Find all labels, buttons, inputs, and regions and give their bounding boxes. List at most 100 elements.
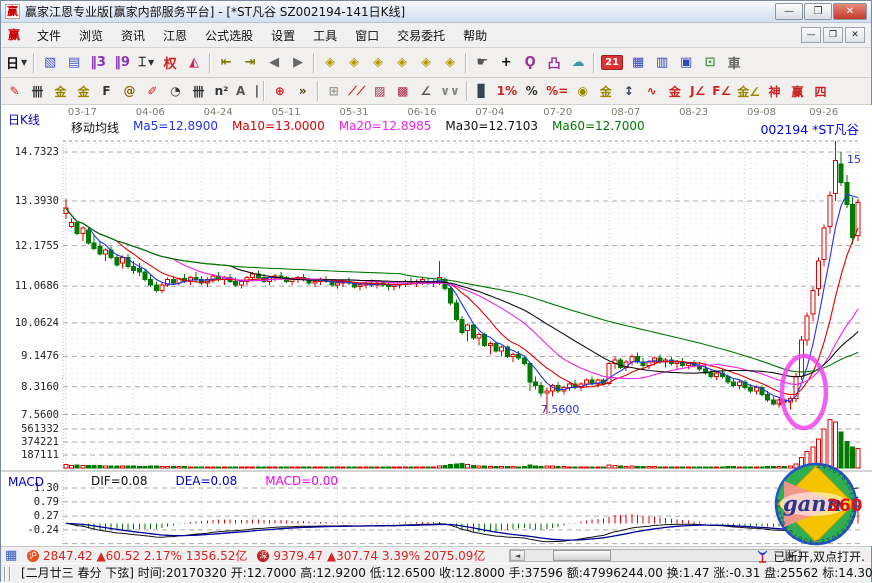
chart-plot[interactable]: 34567890123456789012345678901234 gann 36… xyxy=(1,105,872,546)
adjust-price-icon[interactable]: 权 xyxy=(158,51,182,75)
volume-axis-label-0: 561332 xyxy=(3,423,59,435)
ruler-hash-icon[interactable]: 卌 xyxy=(187,81,210,102)
minimize-button[interactable]: — xyxy=(775,3,803,20)
toolbar-separator xyxy=(313,53,315,73)
x-axis-date-1: 04-06 xyxy=(136,107,165,118)
period-day-button[interactable]: 日▼ xyxy=(3,51,30,75)
percent-levels-icon[interactable]: %= xyxy=(543,81,571,102)
info-list-icon[interactable]: ▤ xyxy=(62,51,86,75)
notepad-icon[interactable]: ▥ xyxy=(650,51,674,75)
close-button[interactable]: ✕ xyxy=(833,3,867,20)
gripper xyxy=(4,567,6,581)
color-chart-icon[interactable]: ◭ xyxy=(182,51,206,75)
calendar-21-icon[interactable]: 21 xyxy=(598,51,626,75)
diamond-vexpand-icon[interactable]: ◈ xyxy=(438,51,462,75)
prev-page-icon[interactable]: ◀ xyxy=(262,51,286,75)
mdi-restore-button[interactable]: ❐ xyxy=(823,27,843,43)
frame-grid-icon[interactable]: ⊞ xyxy=(322,81,345,102)
gold-box-icon[interactable]: 金 xyxy=(663,81,686,102)
x-axis-date-4: 05-31 xyxy=(339,107,368,118)
menu-item-1[interactable]: 浏览 xyxy=(70,24,112,47)
menu-item-3[interactable]: 江恩 xyxy=(154,24,196,47)
toolbar-separator xyxy=(33,53,35,73)
menu-item-9[interactable]: 帮助 xyxy=(454,24,496,47)
multi-chart-9-icon[interactable]: ‖9 xyxy=(110,51,134,75)
diamond-right-icon[interactable]: ◈ xyxy=(342,51,366,75)
scroll-left-arrow[interactable]: ◄ xyxy=(510,550,525,561)
toolbar-separator xyxy=(466,81,468,101)
j-angle-icon[interactable]: J∠ xyxy=(686,81,709,102)
diamond-hswap-icon[interactable]: ◈ xyxy=(366,51,390,75)
menu-item-8[interactable]: 交易委托 xyxy=(388,24,454,47)
calculator-icon[interactable]: ▦ xyxy=(626,51,650,75)
double-wave-icon[interactable]: ∿ xyxy=(640,81,663,102)
connection-status[interactable]: 已断开,双点打开. xyxy=(756,548,865,565)
first-page-icon[interactable]: ⇤ xyxy=(214,51,238,75)
diamond-compress-icon[interactable]: ◈ xyxy=(390,51,414,75)
shen-angle-icon[interactable]: 神 xyxy=(763,81,786,102)
macd-value-1: DEA=0.08 xyxy=(175,474,237,488)
scroll-thumb[interactable] xyxy=(553,550,611,561)
gold-angle-icon[interactable]: 金∠ xyxy=(734,81,763,102)
candle-type-button[interactable]: ⌶▼ xyxy=(134,51,158,75)
more-tools-icon[interactable]: » xyxy=(291,81,314,102)
shade-box-icon[interactable]: ▩ xyxy=(391,81,414,102)
fan-box-icon[interactable]: ▨ xyxy=(368,81,391,102)
menu-item-5[interactable]: 设置 xyxy=(262,24,304,47)
last-page-icon[interactable]: ⇥ xyxy=(238,51,262,75)
spiral-icon[interactable]: @ xyxy=(118,81,141,102)
trade-truck-icon[interactable]: 車 xyxy=(722,51,746,75)
menu-item-0[interactable]: 文件 xyxy=(28,24,70,47)
snapshot-icon[interactable]: ⊡ xyxy=(698,51,722,75)
pen-ruler-icon[interactable]: ✐ xyxy=(141,81,164,102)
price-axis-label-0: 14.7323 xyxy=(3,146,59,158)
n-square-icon[interactable]: n² xyxy=(210,81,233,102)
macd-axis-label-3: -0.24 xyxy=(3,524,59,536)
overlay-chart-icon[interactable]: ▧ xyxy=(38,51,62,75)
diamond-left-icon[interactable]: ◈ xyxy=(318,51,342,75)
f-fence-icon[interactable]: F xyxy=(95,81,118,102)
scroll-track[interactable] xyxy=(525,550,785,561)
price-mark-icon[interactable]: ↕ xyxy=(617,81,640,102)
gold-levels-icon[interactable]: 金 xyxy=(594,81,617,102)
menu-item-2[interactable]: 资讯 xyxy=(112,24,154,47)
gann-grid-icon[interactable]: 卌 xyxy=(26,81,49,102)
box-tool-icon[interactable]: 凸 xyxy=(542,51,566,75)
magnifier-icon[interactable]: Ϙ xyxy=(518,51,542,75)
gold-fence-a-icon[interactable]: 金 xyxy=(49,81,72,102)
diamond-cross-icon[interactable]: ◈ xyxy=(414,51,438,75)
hand-icon[interactable]: ☛ xyxy=(470,51,494,75)
gold-ring-icon[interactable]: ◉ xyxy=(571,81,594,102)
mdi-close-button[interactable]: ✕ xyxy=(845,27,865,43)
menu-item-7[interactable]: 窗口 xyxy=(346,24,388,47)
window-title: 赢家江恩专业版[赢家内部服务平台] - [*ST凡谷 SZ002194-141日… xyxy=(25,3,775,20)
title-bar: 赢 赢家江恩专业版[赢家内部服务平台] - [*ST凡谷 SZ002194-14… xyxy=(1,1,871,23)
draw-pen-icon[interactable]: ✎ xyxy=(3,81,26,102)
multi-chart-3-icon[interactable]: ‖3 xyxy=(86,51,110,75)
save-icon[interactable]: ▣ xyxy=(674,51,698,75)
next-page-icon[interactable]: ▶ xyxy=(286,51,310,75)
column-stat-icon[interactable]: ▊ xyxy=(471,81,494,102)
mdi-minimize-button[interactable]: — xyxy=(801,27,821,43)
percent-icon[interactable]: % xyxy=(520,81,543,102)
ying-angle-icon[interactable]: 赢 xyxy=(786,81,809,102)
menu-item-4[interactable]: 公式选股 xyxy=(196,24,262,47)
market-icon-1: 深 xyxy=(257,550,269,562)
app-logo-icon: 赢 xyxy=(5,4,20,19)
f-angle-icon[interactable]: F∠ xyxy=(709,81,734,102)
wave-v-icon[interactable]: ∨∨ xyxy=(437,81,463,102)
gold-fence-b-icon[interactable]: 金 xyxy=(72,81,95,102)
compass-icon[interactable]: ⊕ xyxy=(268,81,291,102)
si-angle-icon[interactable]: 四 xyxy=(809,81,832,102)
cloud-icon[interactable]: ☁ xyxy=(566,51,590,75)
calendar-grid-icon[interactable]: ▦ xyxy=(5,548,17,563)
price-axis-label-3: 11.0686 xyxy=(3,280,59,292)
angle-lines-icon[interactable]: ∠ xyxy=(414,81,437,102)
menu-item-6[interactable]: 工具 xyxy=(304,24,346,47)
maximize-button[interactable]: ❐ xyxy=(804,3,832,20)
gann-fan-icon[interactable]: ⟋⟋ xyxy=(345,81,368,102)
crosshair-icon[interactable]: + xyxy=(494,51,518,75)
percent-line-icon[interactable]: 1% xyxy=(494,81,520,102)
clock-3-icon[interactable]: ◔ xyxy=(164,81,187,102)
a-channel-icon[interactable]: A⎹ xyxy=(233,81,260,102)
